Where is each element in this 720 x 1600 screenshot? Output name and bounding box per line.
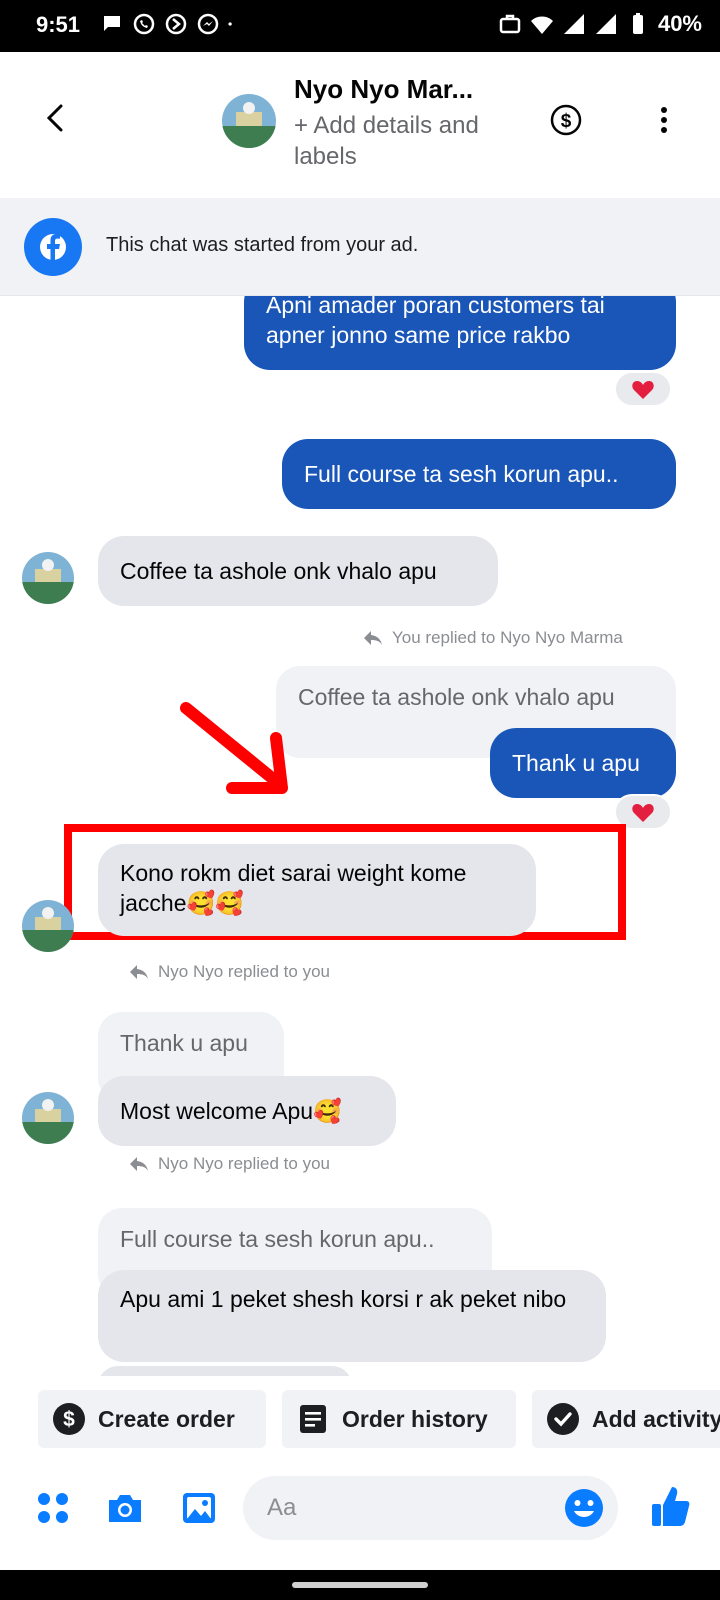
facebook-icon xyxy=(24,218,82,276)
svg-text:$: $ xyxy=(63,1408,75,1431)
incoming-message-partial[interactable] xyxy=(98,1366,352,1376)
status-time: 9:51 xyxy=(36,12,81,37)
message-text: Coffee ta ashole onk vhalo apu xyxy=(120,558,437,584)
outgoing-message[interactable]: Thank u apu xyxy=(490,728,676,798)
receipt-icon xyxy=(300,1405,326,1433)
message-composer: Aa xyxy=(0,1452,720,1570)
create-order-button[interactable]: $ Create order xyxy=(38,1390,266,1448)
heart-reaction[interactable] xyxy=(614,371,672,407)
chat-header: Nyo Nyo Mar... + Add details and labels … xyxy=(0,52,720,198)
add-details-link[interactable]: + Add details and labels xyxy=(294,110,524,172)
incoming-message[interactable]: Apu ami 1 peket shesh korsi r ak peket n… xyxy=(98,1270,606,1362)
message-text: Apu ami 1 peket shesh korsi r ak peket n… xyxy=(120,1286,567,1312)
dollar-circle-icon: $ xyxy=(53,1403,85,1435)
quoted-text: Thank u apu xyxy=(120,1030,248,1056)
message-text: Thank u apu xyxy=(512,750,640,776)
thumbs-up-icon[interactable] xyxy=(650,1484,690,1528)
contact-name[interactable]: Nyo Nyo Mar... xyxy=(294,74,473,105)
create-order-label: Create order xyxy=(98,1405,235,1432)
signal-icon xyxy=(563,14,584,34)
notification-icons xyxy=(100,12,238,36)
quoted-text: Coffee ta ashole onk vhalo apu xyxy=(298,684,615,710)
system-nav-bar xyxy=(0,1570,720,1600)
reply-indicator: Nyo Nyo replied to you xyxy=(128,962,330,982)
app-icon xyxy=(165,13,187,35)
whatsapp-icon xyxy=(133,13,155,35)
order-history-button[interactable]: Order history xyxy=(282,1390,516,1448)
incoming-message[interactable]: Kono rokm diet sarai weight kome jacche🥰… xyxy=(98,844,536,936)
reply-indicator: Nyo Nyo replied to you xyxy=(128,1154,330,1174)
camera-icon[interactable] xyxy=(106,1489,144,1527)
messenger-icon xyxy=(197,13,219,35)
apps-grid-icon[interactable] xyxy=(34,1489,72,1527)
battery-icon xyxy=(632,13,643,34)
gallery-icon[interactable] xyxy=(180,1489,218,1527)
reply-icon xyxy=(130,965,148,979)
reply-icon xyxy=(130,1157,148,1171)
quick-actions-bar: $ Create order Order history Add activit… xyxy=(0,1376,720,1452)
quoted-text: Full course ta sesh korun apu.. xyxy=(120,1226,435,1252)
dot-icon xyxy=(228,22,232,26)
reply-meta-text: Nyo Nyo replied to you xyxy=(158,1154,330,1173)
wifi-icon xyxy=(530,16,553,34)
status-bar: 9:51 40% xyxy=(0,0,720,52)
outgoing-message[interactable]: Full course ta sesh korun apu.. xyxy=(282,439,676,509)
system-icons: 40% xyxy=(498,11,702,37)
ad-banner-text: This chat was started from your ad. xyxy=(106,234,419,256)
contact-avatar-small[interactable] xyxy=(22,552,74,604)
order-history-label: Order history xyxy=(342,1405,488,1432)
check-circle-icon xyxy=(547,1403,579,1435)
reply-meta-text: You replied to Nyo Nyo Marma xyxy=(392,628,623,647)
dollar-icon[interactable]: $ xyxy=(550,104,582,136)
message-text: Most welcome Apu🥰 xyxy=(120,1098,342,1124)
ad-origin-banner: This chat was started from your ad. xyxy=(0,198,720,296)
work-profile-icon xyxy=(499,14,521,34)
incoming-message[interactable]: Most welcome Apu🥰 xyxy=(98,1076,396,1146)
heart-icon xyxy=(632,381,654,399)
contact-avatar[interactable] xyxy=(222,94,276,148)
message-text: Kono rokm diet sarai weight kome jacche🥰… xyxy=(120,860,467,916)
signal-icon-2 xyxy=(595,14,616,34)
home-gesture-pill[interactable] xyxy=(292,1582,428,1588)
back-arrow-icon[interactable] xyxy=(38,100,74,136)
message-input[interactable]: Aa xyxy=(243,1476,618,1540)
reply-indicator: You replied to Nyo Nyo Marma xyxy=(362,628,623,648)
more-options-icon[interactable] xyxy=(650,104,678,136)
emoji-icon[interactable] xyxy=(564,1488,604,1528)
battery-percent: 40% xyxy=(657,11,702,36)
message-text: Full course ta sesh korun apu.. xyxy=(304,461,619,487)
contact-avatar-small[interactable] xyxy=(22,1092,74,1144)
heart-icon xyxy=(632,804,654,822)
message-input-placeholder: Aa xyxy=(267,1494,297,1521)
add-activity-label: Add activity xyxy=(592,1405,720,1432)
chat-bubble-icon xyxy=(104,16,120,31)
outgoing-message[interactable]: Apni amader poran customers tai apner jo… xyxy=(244,296,676,370)
message-thread[interactable]: Apni amader poran customers tai apner jo… xyxy=(0,296,720,1376)
reply-icon xyxy=(364,631,382,645)
reply-meta-text: Nyo Nyo replied to you xyxy=(158,962,330,981)
red-arrow-annotation xyxy=(180,702,288,794)
incoming-message[interactable]: Coffee ta ashole onk vhalo apu xyxy=(98,536,498,606)
contact-avatar-small[interactable] xyxy=(22,900,74,952)
message-text: Apni amader poran customers tai apner jo… xyxy=(266,296,605,348)
add-activity-button[interactable]: Add activity xyxy=(532,1390,720,1448)
svg-text:$: $ xyxy=(561,111,572,132)
